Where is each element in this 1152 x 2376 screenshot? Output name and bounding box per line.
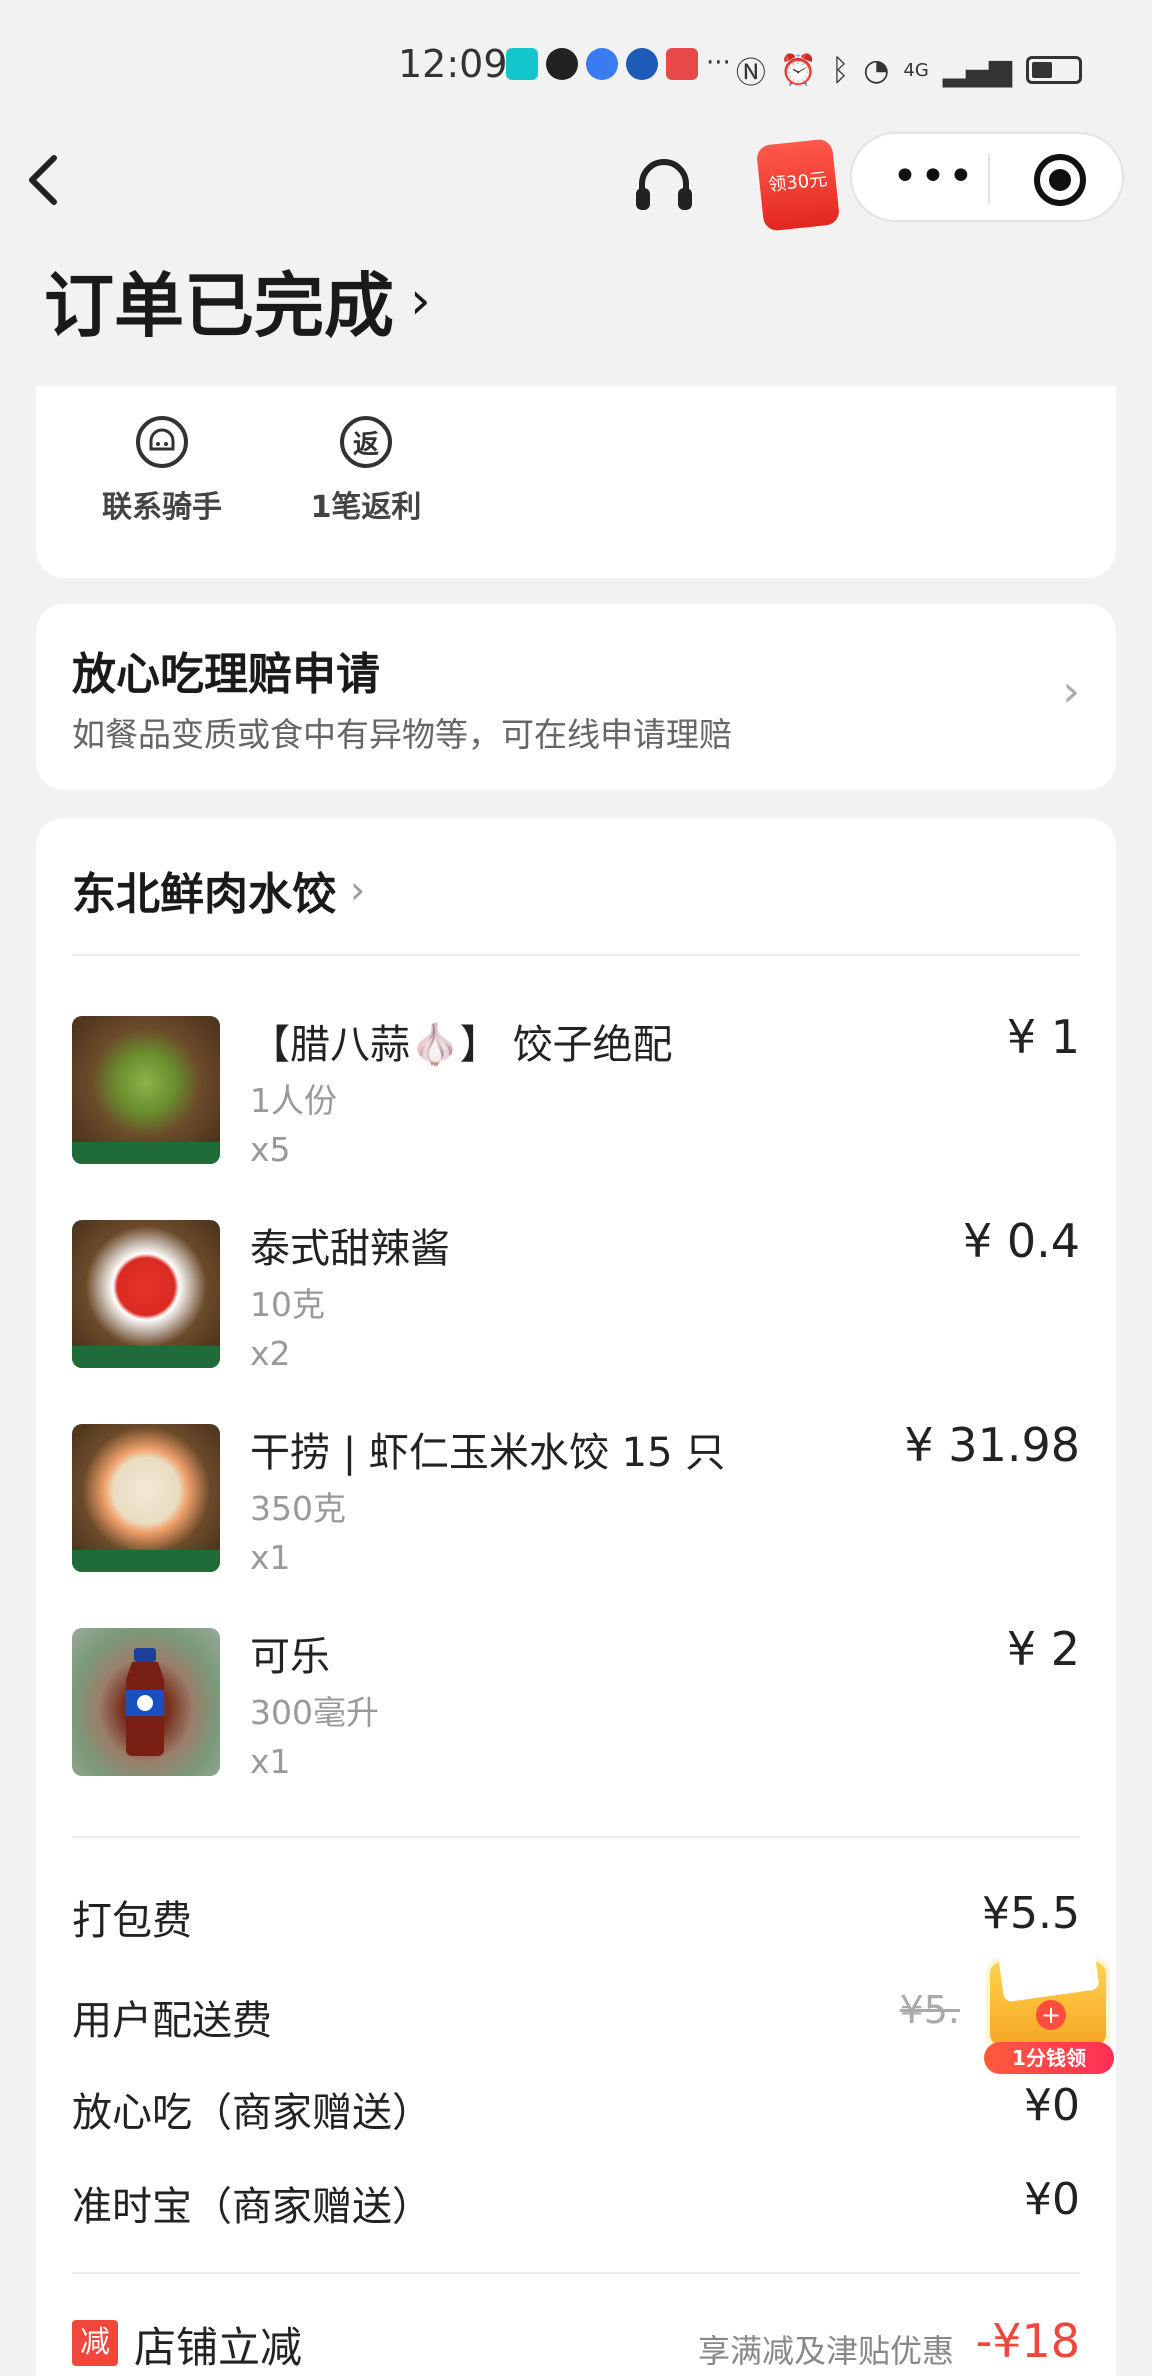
claim-card[interactable]: 放心吃理赔申请 如餐品变质或食中有异物等，可在线申请理赔 › <box>36 604 1116 790</box>
fee-value: ¥0 <box>1024 2174 1080 2225</box>
fee-row-on-time: 准时宝（商家赠送） ¥0 <box>72 2174 1080 2234</box>
order-status-text: 订单已完成 <box>44 265 394 347</box>
thumbnail-brand-band <box>72 1550 220 1572</box>
contact-rider-label: 联系骑手 <box>102 490 222 525</box>
cola-bottle-icon <box>126 1648 164 1756</box>
huawei-icon <box>666 48 698 80</box>
item-name: 可乐 <box>250 1634 330 1680</box>
item-qty: x1 <box>250 1538 291 1577</box>
item-name: 【腊八蒜🧄】 饺子绝配 <box>250 1022 673 1068</box>
rebate-button[interactable]: 返 1笔返利 <box>276 416 456 526</box>
discount-badge: 减 <box>72 2320 118 2366</box>
fee-label: 准时宝（商家赠送） <box>72 2184 432 2230</box>
shop-name-link[interactable]: 东北鲜肉水饺 › <box>72 858 365 922</box>
shop-name: 东北鲜肉水饺 <box>72 869 336 920</box>
item-price: ¥ 0.4 <box>962 1214 1080 1268</box>
divider <box>72 954 1080 956</box>
alarm-icon: ⏰ <box>779 52 818 88</box>
item-thumbnail <box>72 1424 220 1572</box>
item-price: ¥ 1 <box>1006 1010 1080 1064</box>
thumbnail-brand-band <box>72 1346 220 1368</box>
rebate-label: 1笔返利 <box>310 490 422 525</box>
qq-icon <box>546 48 578 80</box>
item-thumbnail <box>72 1628 220 1776</box>
bluetooth-icon: ᛒ <box>831 52 850 88</box>
fee-row-safe-eat: 放心吃（商家赠送） ¥0 <box>72 2080 1080 2140</box>
coupon-text: 领30元 <box>767 168 829 197</box>
item-thumbnail <box>72 1016 220 1164</box>
status-time: 12:09 <box>398 42 508 86</box>
gift-label: 1分钱领 <box>984 2042 1114 2074</box>
divider <box>72 2272 1080 2274</box>
fee-value: ¥0 <box>1024 2080 1080 2131</box>
order-status-title[interactable]: 订单已完成 › <box>44 250 431 351</box>
item-spec: 300毫升 <box>250 1693 379 1732</box>
item-qty: x2 <box>250 1334 291 1373</box>
fee-label: 放心吃（商家赠送） <box>72 2090 432 2136</box>
signal-icon: ▂▄▆ <box>942 52 1012 88</box>
thumbnail-brand-band <box>72 1142 220 1164</box>
order-item[interactable]: 可乐 300毫升 x1 ¥ 2 <box>72 1622 1080 1798</box>
order-item[interactable]: 【腊八蒜🧄】 饺子绝配 1人份 x5 ¥ 1 <box>72 1010 1080 1186</box>
discount-note: 享满减及津贴优惠 <box>697 2332 954 2370</box>
item-spec: 350克 <box>250 1489 346 1528</box>
capsule-divider <box>988 154 990 204</box>
item-thumbnail <box>72 1220 220 1368</box>
item-name: 泰式甜辣酱 <box>250 1226 450 1272</box>
store-discount-row: 减 店铺立减 享满减及津贴优惠 -¥18 <box>72 2314 1080 2374</box>
app-icon <box>626 48 658 80</box>
claim-subtitle: 如餐品变质或食中有异物等，可在线申请理赔 <box>72 715 732 754</box>
plus-icon: + <box>1036 2000 1066 2030</box>
fee-row-delivery: 用户配送费 ¥5. <box>72 1988 1080 2048</box>
tap-app-icon <box>506 48 538 80</box>
close-target-icon[interactable] <box>1034 154 1086 206</box>
more-notifications: ··· <box>706 48 731 78</box>
status-bar: 12:09 ··· Ⓝ ⏰ ᛒ ◔ 4G ▂▄▆ <box>0 0 1152 132</box>
rider-helmet-icon <box>136 416 188 468</box>
fee-value-original: ¥5. <box>899 1988 960 2032</box>
discount-label: 店铺立减 <box>134 2323 303 2372</box>
chevron-right-icon: › <box>410 270 431 331</box>
item-spec: 10克 <box>250 1285 325 1324</box>
claim-title: 放心吃理赔申请 <box>72 649 380 700</box>
back-icon[interactable] <box>22 150 82 220</box>
chevron-right-icon: › <box>1062 666 1080 717</box>
fee-label: 用户配送费 <box>72 1998 272 2044</box>
item-price: ¥ 2 <box>1006 1622 1080 1676</box>
mini-program-capsule: ••• <box>850 132 1124 222</box>
actions-card: 联系骑手 返 1笔返利 <box>36 386 1116 578</box>
floating-gift-widget[interactable]: + 1分钱领 <box>978 1928 1120 2076</box>
signal-label: 4G <box>903 59 929 81</box>
battery-icon <box>1026 56 1082 84</box>
nav-bar: 领30元 ••• <box>0 132 1152 242</box>
notification-icons: ··· <box>506 48 731 80</box>
chevron-right-icon: › <box>350 868 366 912</box>
divider <box>72 1836 1080 1838</box>
rebate-icon: 返 <box>340 416 392 468</box>
browser-icon <box>586 48 618 80</box>
item-name: 干捞 | 虾仁玉米水饺 15 只 <box>250 1430 726 1476</box>
item-price: ¥ 31.98 <box>904 1418 1080 1472</box>
fee-row-packaging: 打包费 ¥5.5 <box>72 1888 1080 1948</box>
order-detail-card: 东北鲜肉水饺 › 【腊八蒜🧄】 饺子绝配 1人份 x5 ¥ 1 泰式甜辣酱 10… <box>36 818 1116 2376</box>
item-qty: x1 <box>250 1742 291 1781</box>
contact-rider-button[interactable]: 联系骑手 <box>72 416 252 526</box>
system-status: Ⓝ ⏰ ᛒ ◔ 4G ▂▄▆ <box>736 48 1082 92</box>
fee-label: 打包费 <box>72 1898 192 1944</box>
wifi-icon: ◔ <box>863 52 890 88</box>
order-item[interactable]: 干捞 | 虾仁玉米水饺 15 只 350克 x1 ¥ 31.98 <box>72 1418 1080 1594</box>
item-qty: x5 <box>250 1130 291 1169</box>
nfc-icon: Ⓝ <box>735 56 766 91</box>
more-dots-icon[interactable]: ••• <box>892 152 976 202</box>
discount-value: -¥18 <box>975 2314 1080 2368</box>
order-item[interactable]: 泰式甜辣酱 10克 x2 ¥ 0.4 <box>72 1214 1080 1390</box>
coupon-badge[interactable]: 领30元 <box>755 138 841 232</box>
headset-icon[interactable] <box>630 152 698 220</box>
item-spec: 1人份 <box>250 1081 337 1120</box>
